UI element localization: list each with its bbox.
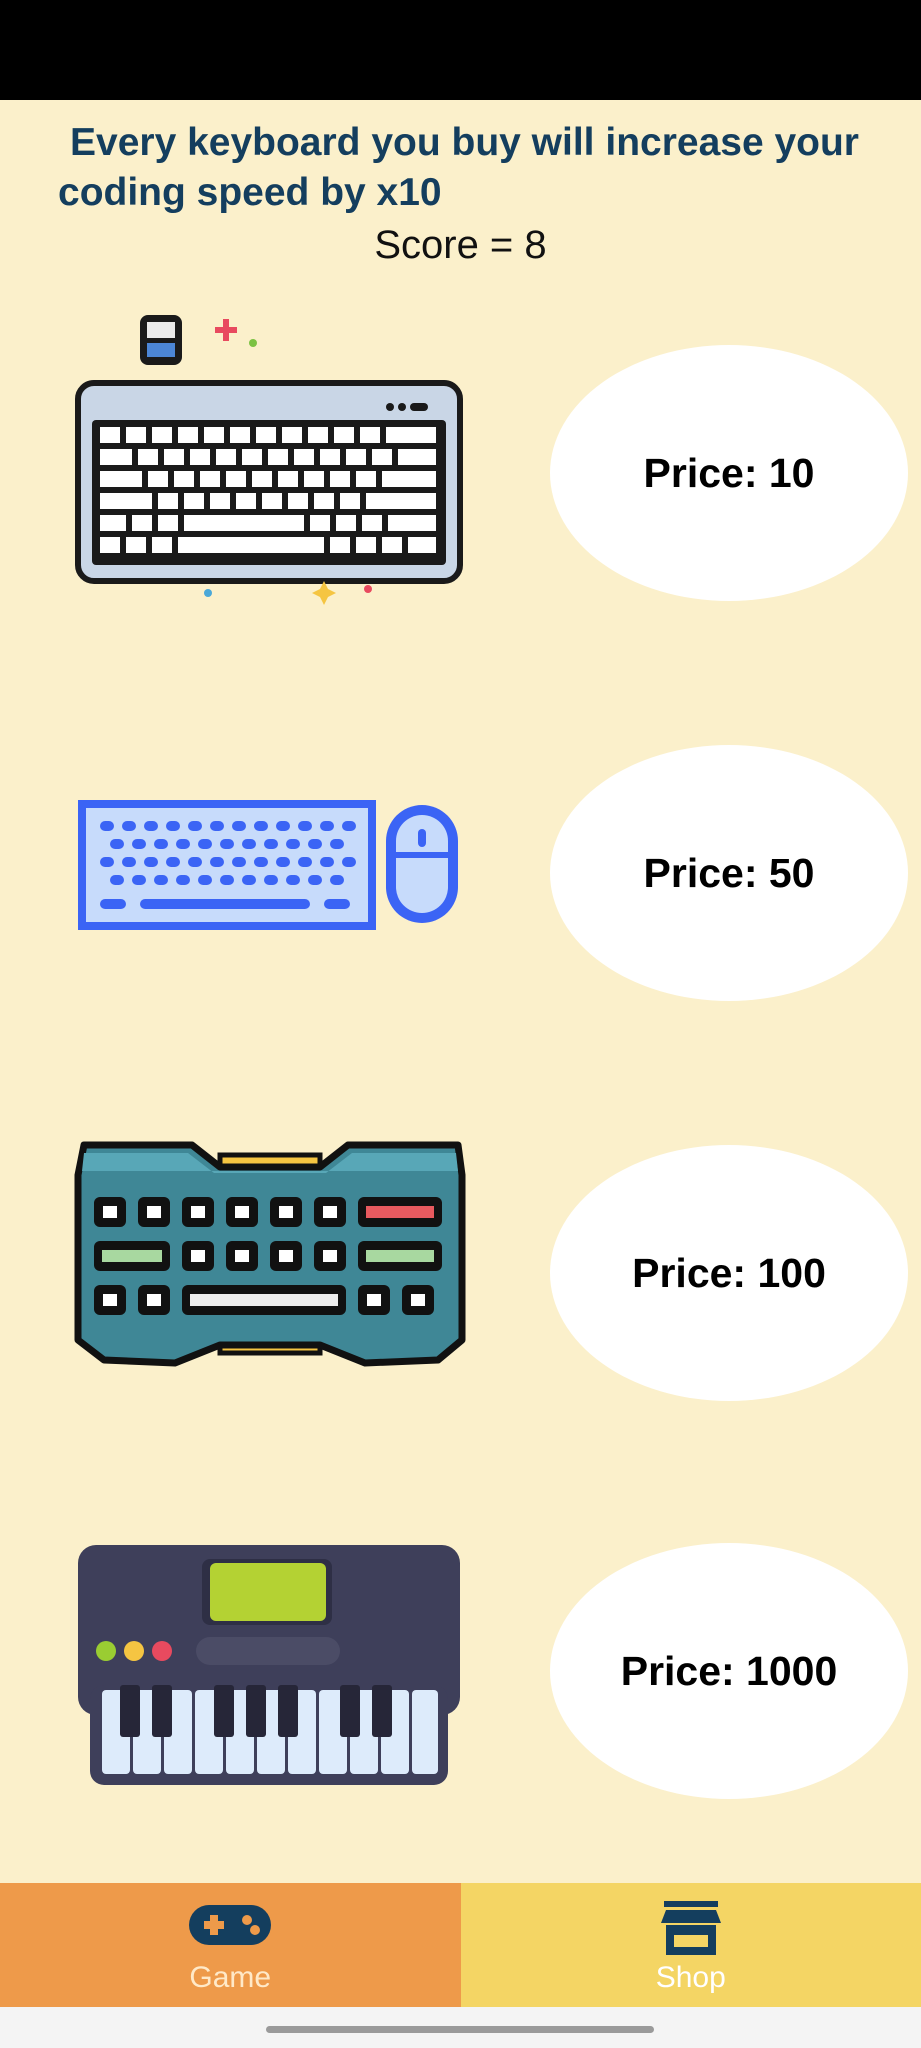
status-bar xyxy=(0,0,921,100)
laptop-keyboard-icon xyxy=(70,305,470,605)
tab-shop-label: Shop xyxy=(655,1961,726,1994)
keyboard-mouse-icon xyxy=(70,705,470,1005)
intro-text: Every keyboard you buy will increase you… xyxy=(58,121,859,214)
storefront-icon xyxy=(660,1901,721,1960)
shop-item-keyboard-1: Price: 10 xyxy=(0,305,921,605)
shop-item-keyboard-2: Price: 50 xyxy=(0,705,921,1005)
gamepad-icon xyxy=(187,1901,273,1954)
buy-keyboard-3-button[interactable]: Price: 100 xyxy=(550,1145,908,1401)
tab-shop[interactable]: Shop xyxy=(460,1883,921,2007)
shop-item-keyboard-4: Price: 1000 xyxy=(0,1505,921,1805)
mechanical-keyboard-icon xyxy=(70,1105,470,1405)
tab-game[interactable]: Game xyxy=(0,1883,461,2007)
tab-game-label: Game xyxy=(189,1961,272,1994)
buy-keyboard-4-button[interactable]: Price: 1000 xyxy=(550,1543,908,1799)
home-indicator[interactable] xyxy=(266,2026,654,2033)
piano-keyboard-icon xyxy=(70,1505,470,1805)
buy-keyboard-2-button[interactable]: Price: 50 xyxy=(550,745,908,1001)
bottom-navigation: Game Shop xyxy=(0,1883,921,2007)
buy-keyboard-1-button[interactable]: Price: 10 xyxy=(550,345,908,601)
score-display: Score = 8 xyxy=(374,223,547,267)
shop-item-keyboard-3: Price: 100 xyxy=(0,1105,921,1405)
